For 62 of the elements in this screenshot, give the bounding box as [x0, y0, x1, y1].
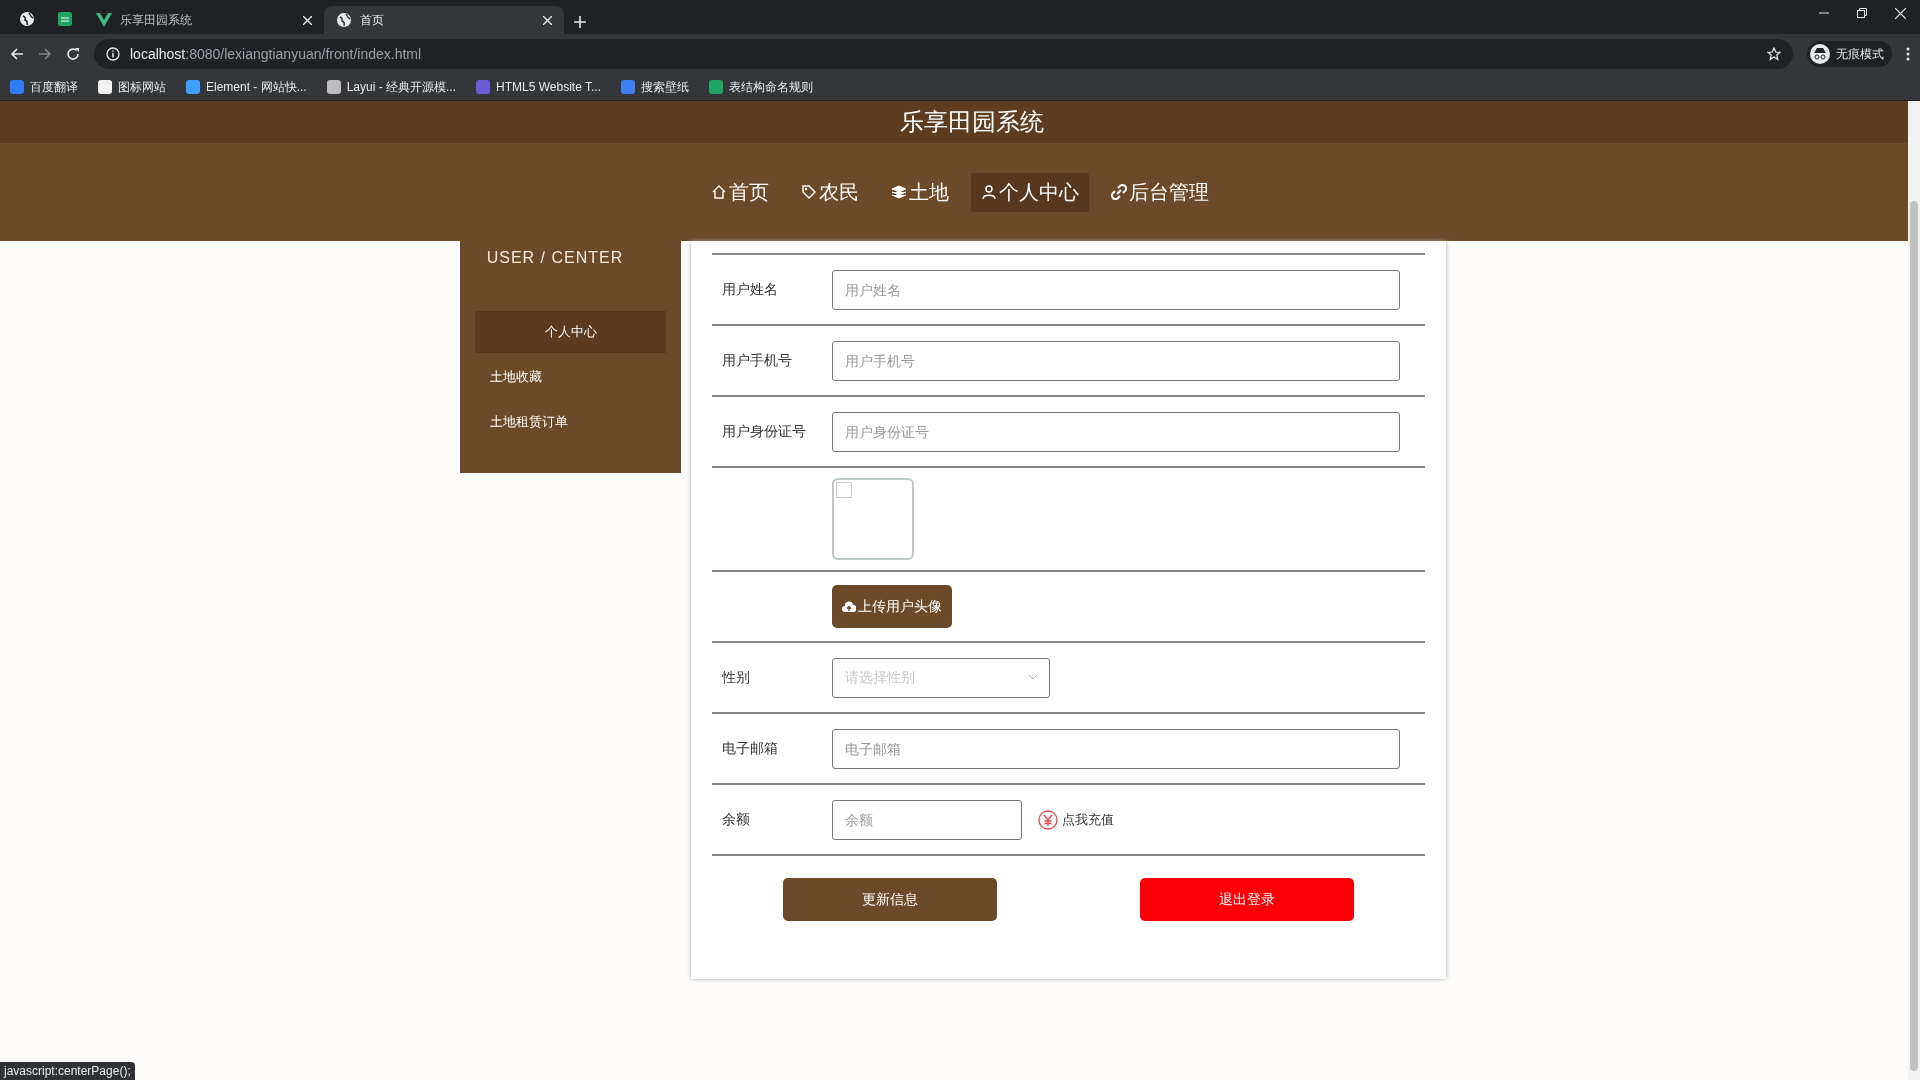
close-icon[interactable]: [303, 15, 312, 25]
sidebar-item[interactable]: 土地收藏: [475, 356, 666, 398]
info-icon: [106, 47, 120, 61]
yuan-icon: [1038, 809, 1058, 830]
url-text: localhost:8080/lexiangtianyuan/front/index.html: [130, 46, 422, 62]
input-field[interactable]: 用户姓名: [832, 269, 1400, 310]
address-bar[interactable]: localhost:8080/lexiangtianyuan/front/index.html: [94, 39, 1793, 69]
field-label: 用户身份证号: [721, 422, 807, 441]
logout-button[interactable]: 退出登录: [1139, 878, 1354, 921]
layers-icon: [891, 184, 907, 200]
globe-icon[interactable]: [19, 11, 35, 27]
site-title: 乐享田园系统: [900, 107, 1044, 137]
link-icon: [1111, 184, 1127, 200]
close-icon[interactable]: [1895, 7, 1906, 19]
update-button[interactable]: 更新信息: [783, 878, 998, 921]
restore-icon[interactable]: [1857, 7, 1867, 18]
forward-arrow-icon[interactable]: [38, 47, 52, 61]
scrollbar-thumb[interactable]: [1910, 201, 1918, 1071]
field-label: 电子邮箱: [721, 739, 779, 758]
nav-item[interactable]: 个人中心: [971, 172, 1089, 212]
triangle-logo-icon: [96, 13, 112, 27]
close-icon[interactable]: [543, 15, 552, 25]
more-menu-icon[interactable]: [1906, 47, 1910, 61]
tag-icon: [801, 184, 817, 200]
reload-icon[interactable]: [66, 47, 80, 61]
user-icon: [981, 184, 997, 200]
browser-tab[interactable]: 首页: [324, 6, 564, 34]
input-field[interactable]: 用户手机号: [832, 340, 1400, 381]
incognito-icon: [1810, 44, 1830, 64]
home-icon: [711, 184, 727, 200]
nav-item[interactable]: 土地: [881, 172, 959, 212]
recharge-link[interactable]: 点我充值: [1032, 808, 1120, 831]
field-label: 用户手机号: [721, 351, 793, 370]
bookmark[interactable]: 表结构命名规则: [709, 78, 813, 96]
incognito-profile-button[interactable]: 无痕模式: [1807, 41, 1892, 67]
field-label: 用户姓名: [721, 280, 779, 299]
input-field[interactable]: 余额: [832, 799, 1022, 840]
globe-icon: [336, 12, 352, 28]
sidebar-heading: USER / CENTER: [485, 248, 625, 267]
nav-item[interactable]: 后台管理: [1101, 172, 1219, 212]
nav-item[interactable]: 农民: [791, 172, 869, 212]
sidebar-item[interactable]: 个人中心: [475, 311, 666, 353]
browser-tab[interactable]: 乐享田园系统: [84, 6, 324, 34]
bookmark[interactable]: 图标网站: [98, 78, 166, 96]
star-icon[interactable]: [1767, 47, 1781, 61]
sidebar-item[interactable]: 土地租赁订单: [475, 401, 666, 443]
bookmark[interactable]: HTML5 Website T...: [476, 80, 601, 94]
bookmark[interactable]: Element - 网站快...: [186, 78, 307, 96]
nav-item[interactable]: 首页: [701, 172, 779, 212]
input-field[interactable]: 用户身份证号: [832, 411, 1400, 452]
status-url: javascript:centerPage();: [0, 1062, 135, 1080]
back-arrow-icon[interactable]: [10, 47, 24, 61]
field-label: 余额: [721, 810, 751, 829]
chevron-down-icon: [1029, 675, 1037, 680]
bookmark[interactable]: Layui - 经典开源模...: [326, 78, 457, 96]
new-tab-icon[interactable]: [574, 16, 586, 28]
bookmark[interactable]: 搜索壁纸: [621, 78, 689, 96]
upload-button[interactable]: 上传用户头像: [832, 585, 952, 628]
bookmark[interactable]: 百度翻译: [10, 78, 78, 96]
field-label: 性别: [720, 668, 751, 687]
input-field[interactable]: 电子邮箱: [832, 728, 1400, 769]
cloud-upload-icon: [842, 600, 856, 613]
